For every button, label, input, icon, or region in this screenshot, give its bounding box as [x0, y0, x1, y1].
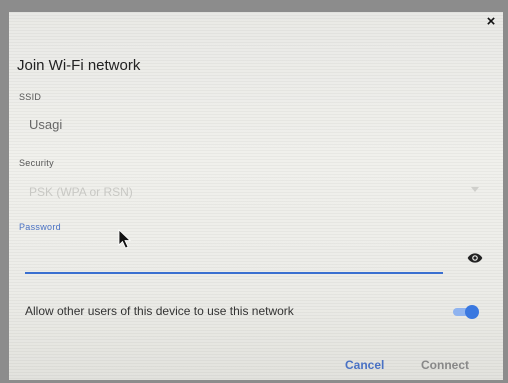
allow-all-users-label: Allow other users of this device to use … [25, 304, 294, 318]
security-selected-value: PSK (WPA or RSN) [29, 185, 133, 199]
security-select[interactable]: PSK (WPA or RSN) [21, 180, 479, 202]
cancel-button[interactable]: Cancel [345, 358, 384, 372]
ssid-value: Usagi [29, 117, 63, 132]
dropdown-arrow-icon [471, 187, 479, 192]
connect-button[interactable]: Connect [421, 358, 469, 372]
password-label: Password [19, 222, 61, 232]
toggle-knob [465, 305, 479, 319]
dialog-title: Join Wi-Fi network [17, 57, 141, 74]
security-label: Security [19, 158, 54, 168]
join-wifi-dialog: × Join Wi-Fi network SSID Usagi Security… [9, 12, 503, 380]
ssid-label: SSID [19, 92, 42, 102]
password-input[interactable] [25, 246, 443, 274]
eye-icon[interactable] [467, 250, 483, 266]
close-icon[interactable]: × [483, 14, 499, 30]
allow-all-users-toggle[interactable] [453, 305, 479, 319]
mouse-pointer-icon [118, 229, 131, 249]
